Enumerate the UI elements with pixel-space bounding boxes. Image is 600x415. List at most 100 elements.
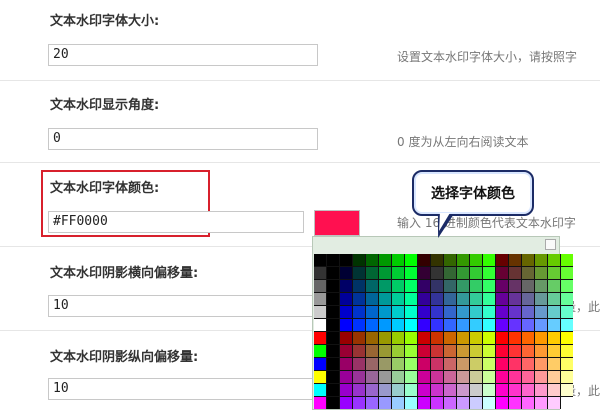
color-cell[interactable] — [314, 384, 326, 396]
color-cell[interactable] — [353, 358, 365, 370]
color-cell[interactable] — [535, 254, 547, 266]
color-cell[interactable] — [431, 280, 443, 292]
color-cell[interactable] — [561, 254, 573, 266]
color-cell[interactable] — [522, 267, 534, 279]
color-cell[interactable] — [548, 397, 560, 409]
color-cell[interactable] — [561, 345, 573, 357]
color-cell[interactable] — [470, 267, 482, 279]
color-cell[interactable] — [483, 293, 495, 305]
color-cell[interactable] — [496, 306, 508, 318]
color-cell[interactable] — [496, 397, 508, 409]
color-cell[interactable] — [535, 319, 547, 331]
color-cell[interactable] — [548, 332, 560, 344]
color-cell[interactable] — [431, 384, 443, 396]
color-cell[interactable] — [522, 306, 534, 318]
color-cell[interactable] — [327, 371, 339, 383]
color-swatch-button[interactable] — [314, 210, 360, 236]
color-cell[interactable] — [561, 397, 573, 409]
color-cell[interactable] — [457, 345, 469, 357]
color-cell[interactable] — [444, 397, 456, 409]
color-cell[interactable] — [431, 358, 443, 370]
color-cell[interactable] — [509, 319, 521, 331]
color-cell[interactable] — [340, 306, 352, 318]
color-cell[interactable] — [535, 384, 547, 396]
color-cell[interactable] — [418, 319, 430, 331]
color-cell[interactable] — [405, 267, 417, 279]
color-cell[interactable] — [457, 384, 469, 396]
color-cell[interactable] — [522, 319, 534, 331]
color-cell[interactable] — [444, 254, 456, 266]
color-cell[interactable] — [366, 254, 378, 266]
color-cell[interactable] — [314, 319, 326, 331]
color-cell[interactable] — [379, 267, 391, 279]
color-cell[interactable] — [470, 332, 482, 344]
color-cell[interactable] — [314, 397, 326, 409]
color-cell[interactable] — [353, 384, 365, 396]
color-cell[interactable] — [340, 254, 352, 266]
color-cell[interactable] — [314, 358, 326, 370]
color-cell[interactable] — [483, 345, 495, 357]
color-cell[interactable] — [405, 358, 417, 370]
color-cell[interactable] — [535, 306, 547, 318]
color-input[interactable]: #FF0000 — [48, 211, 304, 233]
color-cell[interactable] — [418, 345, 430, 357]
color-cell[interactable] — [340, 358, 352, 370]
color-cell[interactable] — [457, 254, 469, 266]
color-cell[interactable] — [327, 267, 339, 279]
color-cell[interactable] — [327, 332, 339, 344]
color-cell[interactable] — [561, 371, 573, 383]
color-cell[interactable] — [379, 397, 391, 409]
color-cell[interactable] — [457, 280, 469, 292]
color-cell[interactable] — [327, 358, 339, 370]
color-cell[interactable] — [470, 319, 482, 331]
color-cell[interactable] — [418, 332, 430, 344]
color-cell[interactable] — [535, 371, 547, 383]
color-cell[interactable] — [496, 358, 508, 370]
color-cell[interactable] — [522, 293, 534, 305]
color-cell[interactable] — [444, 345, 456, 357]
color-cell[interactable] — [392, 397, 404, 409]
color-cell[interactable] — [392, 254, 404, 266]
color-cell[interactable] — [522, 332, 534, 344]
color-cell[interactable] — [496, 293, 508, 305]
color-cell[interactable] — [522, 345, 534, 357]
color-cell[interactable] — [483, 319, 495, 331]
color-cell[interactable] — [340, 332, 352, 344]
color-cell[interactable] — [353, 306, 365, 318]
color-cell[interactable] — [457, 267, 469, 279]
color-cell[interactable] — [353, 397, 365, 409]
color-cell[interactable] — [314, 280, 326, 292]
color-cell[interactable] — [522, 397, 534, 409]
color-cell[interactable] — [314, 306, 326, 318]
color-cell[interactable] — [483, 332, 495, 344]
color-cell[interactable] — [470, 397, 482, 409]
color-cell[interactable] — [509, 293, 521, 305]
color-cell[interactable] — [418, 293, 430, 305]
color-cell[interactable] — [444, 293, 456, 305]
color-cell[interactable] — [431, 267, 443, 279]
color-cell[interactable] — [431, 306, 443, 318]
color-cell[interactable] — [457, 293, 469, 305]
color-cell[interactable] — [314, 293, 326, 305]
color-cell[interactable] — [509, 332, 521, 344]
color-cell[interactable] — [548, 254, 560, 266]
color-cell[interactable] — [457, 397, 469, 409]
color-cell[interactable] — [379, 306, 391, 318]
color-cell[interactable] — [379, 254, 391, 266]
color-cell[interactable] — [405, 332, 417, 344]
color-cell[interactable] — [327, 345, 339, 357]
color-cell[interactable] — [379, 384, 391, 396]
color-cell[interactable] — [418, 397, 430, 409]
color-cell[interactable] — [405, 293, 417, 305]
color-cell[interactable] — [535, 267, 547, 279]
color-cell[interactable] — [392, 332, 404, 344]
color-cell[interactable] — [470, 371, 482, 383]
color-cell[interactable] — [483, 280, 495, 292]
color-cell[interactable] — [470, 345, 482, 357]
color-cell[interactable] — [522, 384, 534, 396]
color-cell[interactable] — [535, 397, 547, 409]
color-cell[interactable] — [470, 293, 482, 305]
color-cell[interactable] — [509, 371, 521, 383]
color-cell[interactable] — [444, 371, 456, 383]
color-cell[interactable] — [496, 332, 508, 344]
